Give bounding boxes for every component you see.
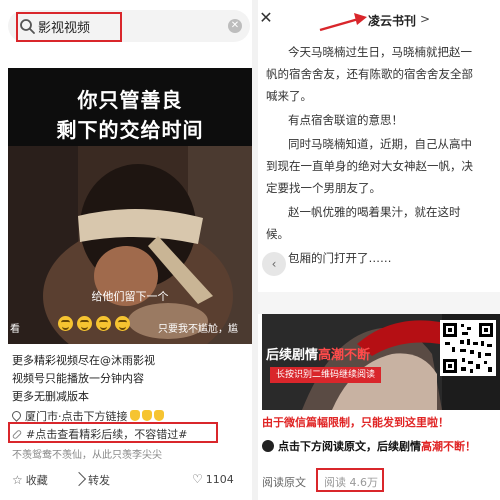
- smile-emoji-icon: [96, 316, 111, 331]
- like-button[interactable]: ♡ 1104: [192, 472, 234, 486]
- back-arrow-icon[interactable]: ‹: [262, 252, 286, 276]
- article-line-10: 包厢的门打开了……: [288, 251, 392, 265]
- video-side-text-left: 看: [10, 324, 20, 335]
- share-arrow-icon: [71, 471, 87, 487]
- forward-label: 转发: [88, 474, 110, 487]
- favorite-button[interactable]: ☆ 收藏: [12, 472, 48, 488]
- read-more-highlight: 高潮不断！: [421, 440, 476, 453]
- video-player[interactable]: 你只管善良 剩下的交给时间 给他们留下一个 看 只要我不尴尬，尴: [8, 68, 252, 344]
- article-line-1: 今天马晓楠过生日，马晓楠就把赵一: [288, 45, 472, 59]
- pointing-hand-icon: [153, 410, 164, 421]
- video-post-panel: 影视视频 ✕ 你只管善良 剩下的交给时间 给他们留下一个 看 只要我不尴尬，尴 …: [0, 0, 252, 500]
- video-side-text-right: 只要我不尴尬，尴: [158, 324, 238, 335]
- article-line-7: 定要找一个男朋友了。: [266, 181, 381, 195]
- red-arrow-annotation: [319, 13, 367, 32]
- like-count: 1104: [205, 473, 234, 486]
- ad-title: 后续剧情高潮不断: [266, 344, 370, 363]
- qr-code-image[interactable]: [440, 320, 496, 376]
- read-original-link[interactable]: 阅读原文: [262, 474, 306, 490]
- location-pin-icon: [10, 409, 23, 422]
- read-more-notice: 点击下方阅读原文，后续剧情高潮不断！: [262, 438, 476, 454]
- smile-emoji-icon: [115, 316, 130, 331]
- article-line-4: 有点宿舍联谊的意思！: [288, 113, 403, 127]
- video-title-line2: 剩下的交给时间: [56, 118, 204, 142]
- comment-text: 不羡鸳鸯不羡仙，从此只羡李尖尖: [12, 450, 162, 461]
- ad-instruction: 长按识别二维码继续阅读: [270, 367, 382, 383]
- article-line-9: 候。: [266, 227, 289, 241]
- tap-icon: [262, 440, 274, 452]
- clear-icon[interactable]: ✕: [228, 19, 242, 33]
- smile-emoji-icon: [58, 316, 73, 331]
- length-limit-notice: 由于微信篇幅限制，只能发到这里啦！: [262, 416, 449, 429]
- ad-title-main: 后续剧情: [266, 348, 319, 363]
- qr-ad-banner[interactable]: 后续剧情高潮不断 长按识别二维码继续阅读: [262, 314, 500, 410]
- article-line-3: 喊来了。: [266, 89, 312, 103]
- heart-icon: ♡: [192, 472, 203, 486]
- read-count-highlight-box: [316, 468, 384, 492]
- pointing-hand-icon: [141, 410, 152, 421]
- ad-title-highlight: 高潮不断: [318, 348, 371, 363]
- article-line-8: 赵一帆优雅的喝着果汁，就在这时: [288, 205, 461, 219]
- description-line-1: 更多精彩视频尽在@沐雨影视: [12, 354, 155, 367]
- hashtag-highlight-box: [8, 422, 218, 443]
- read-more-text: 点击下方阅读原文，后续剧情: [278, 440, 421, 453]
- favorite-label: 收藏: [25, 474, 48, 487]
- close-icon[interactable]: ✕: [258, 8, 274, 27]
- video-subtitle: 给他们留下一个: [91, 290, 169, 303]
- emoji-row: [58, 316, 134, 335]
- forward-button[interactable]: 转发: [71, 471, 110, 488]
- article-line-5: 同时马晓楠知道，近期，自己从高中: [288, 137, 472, 151]
- article-line-6: 到现在一直单身的绝对大女神赵一帆，决: [266, 159, 473, 173]
- video-title-line1: 你只管善良: [77, 88, 183, 112]
- account-title[interactable]: 凌云书刊: [368, 12, 416, 29]
- comment-preview[interactable]: 不羡鸳鸯不羡仙，从此只羡李尖尖: [12, 446, 162, 461]
- article-line-2: 帆的宿舍舍友，还有陈歌的宿舍舍友全部: [266, 67, 473, 81]
- video-frame-image: [8, 146, 252, 344]
- section-gap: [258, 292, 500, 314]
- article-panel: ✕ 凌云书刊 > 今天马晓楠过生日，马晓楠就把赵一 帆的宿舍舍友，还有陈歌的宿舍…: [258, 0, 500, 500]
- description-line-2: 视频号只能播放一分钟内容: [12, 372, 144, 385]
- star-icon: ☆: [12, 473, 23, 487]
- search-highlight-box: [16, 12, 122, 42]
- pointing-hand-icon: [129, 410, 140, 421]
- chevron-right-icon[interactable]: >: [420, 12, 430, 26]
- smile-emoji-icon: [77, 316, 92, 331]
- description-line-3: 更多无删减版本: [12, 390, 89, 403]
